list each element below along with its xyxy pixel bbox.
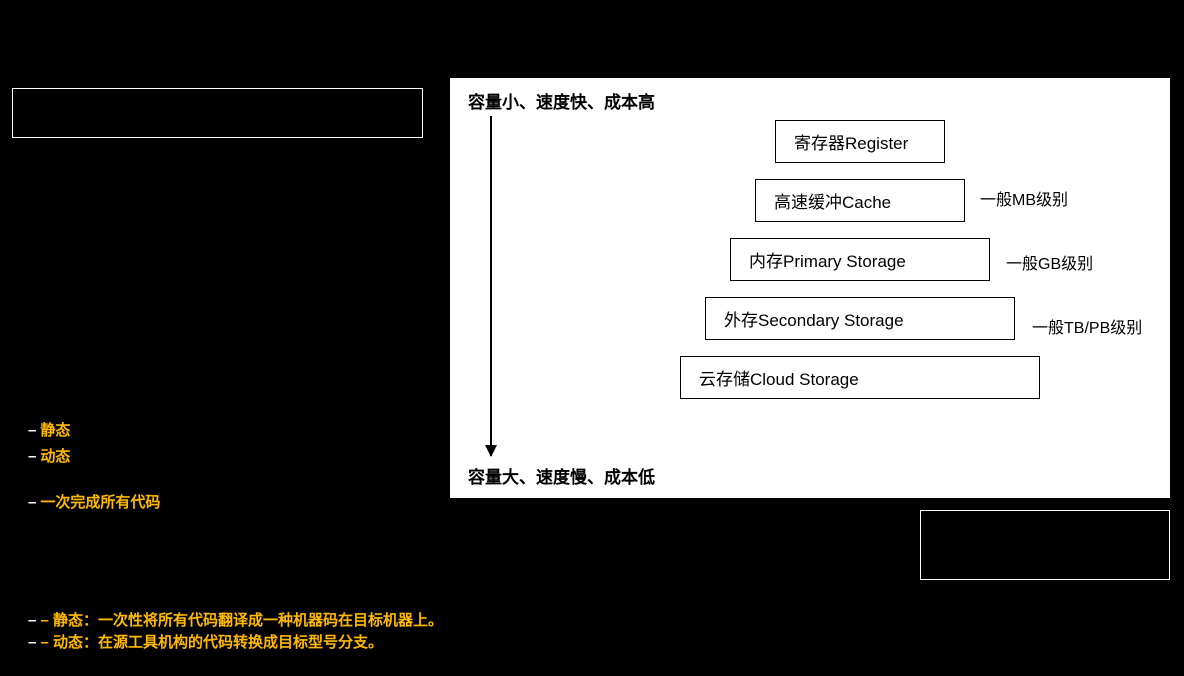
list-item-dynamic: –动态 [28,444,435,470]
outline-box-top [12,88,423,138]
level-cache: 高速缓冲Cache [755,179,965,222]
left-column: –静态 –动态 –一次完成所有代码 [0,80,435,516]
level-cloud: 云存储Cloud Storage [680,356,1040,399]
diagram-bottom-label: 容量大、速度慢、成本低 [468,463,655,488]
diagram-top-label: 容量小、速度快、成本高 [468,88,655,113]
hierarchy-arrow-down-icon [490,116,492,456]
level-register: 寄存器Register [775,120,945,163]
note-cache: 一般MB级别 [980,186,1068,210]
level-secondary: 外存Secondary Storage [705,297,1015,340]
def-dynamic: – – 动态：在源工具机构的代码转换成目标型号分支。 [28,632,443,654]
highlighted-list: –静态 –动态 –一次完成所有代码 [0,418,435,516]
def-static: – – 静态：一次性将所有代码翻译成一种机器码在目标机器上。 [28,610,443,632]
list-item-once: –一次完成所有代码 [28,490,435,516]
outline-box-right [920,510,1170,580]
list-item-static: –静态 [28,418,435,444]
note-secondary: 一般TB/PB级别 [1032,314,1142,338]
level-primary: 内存Primary Storage [730,238,990,281]
memory-hierarchy-diagram: 容量小、速度快、成本高 寄存器Register 高速缓冲Cache 内存Prim… [450,78,1170,498]
bottom-definitions: – – 静态：一次性将所有代码翻译成一种机器码在目标机器上。 – – 动态：在源… [28,610,443,654]
note-primary: 一般GB级别 [1006,250,1093,274]
